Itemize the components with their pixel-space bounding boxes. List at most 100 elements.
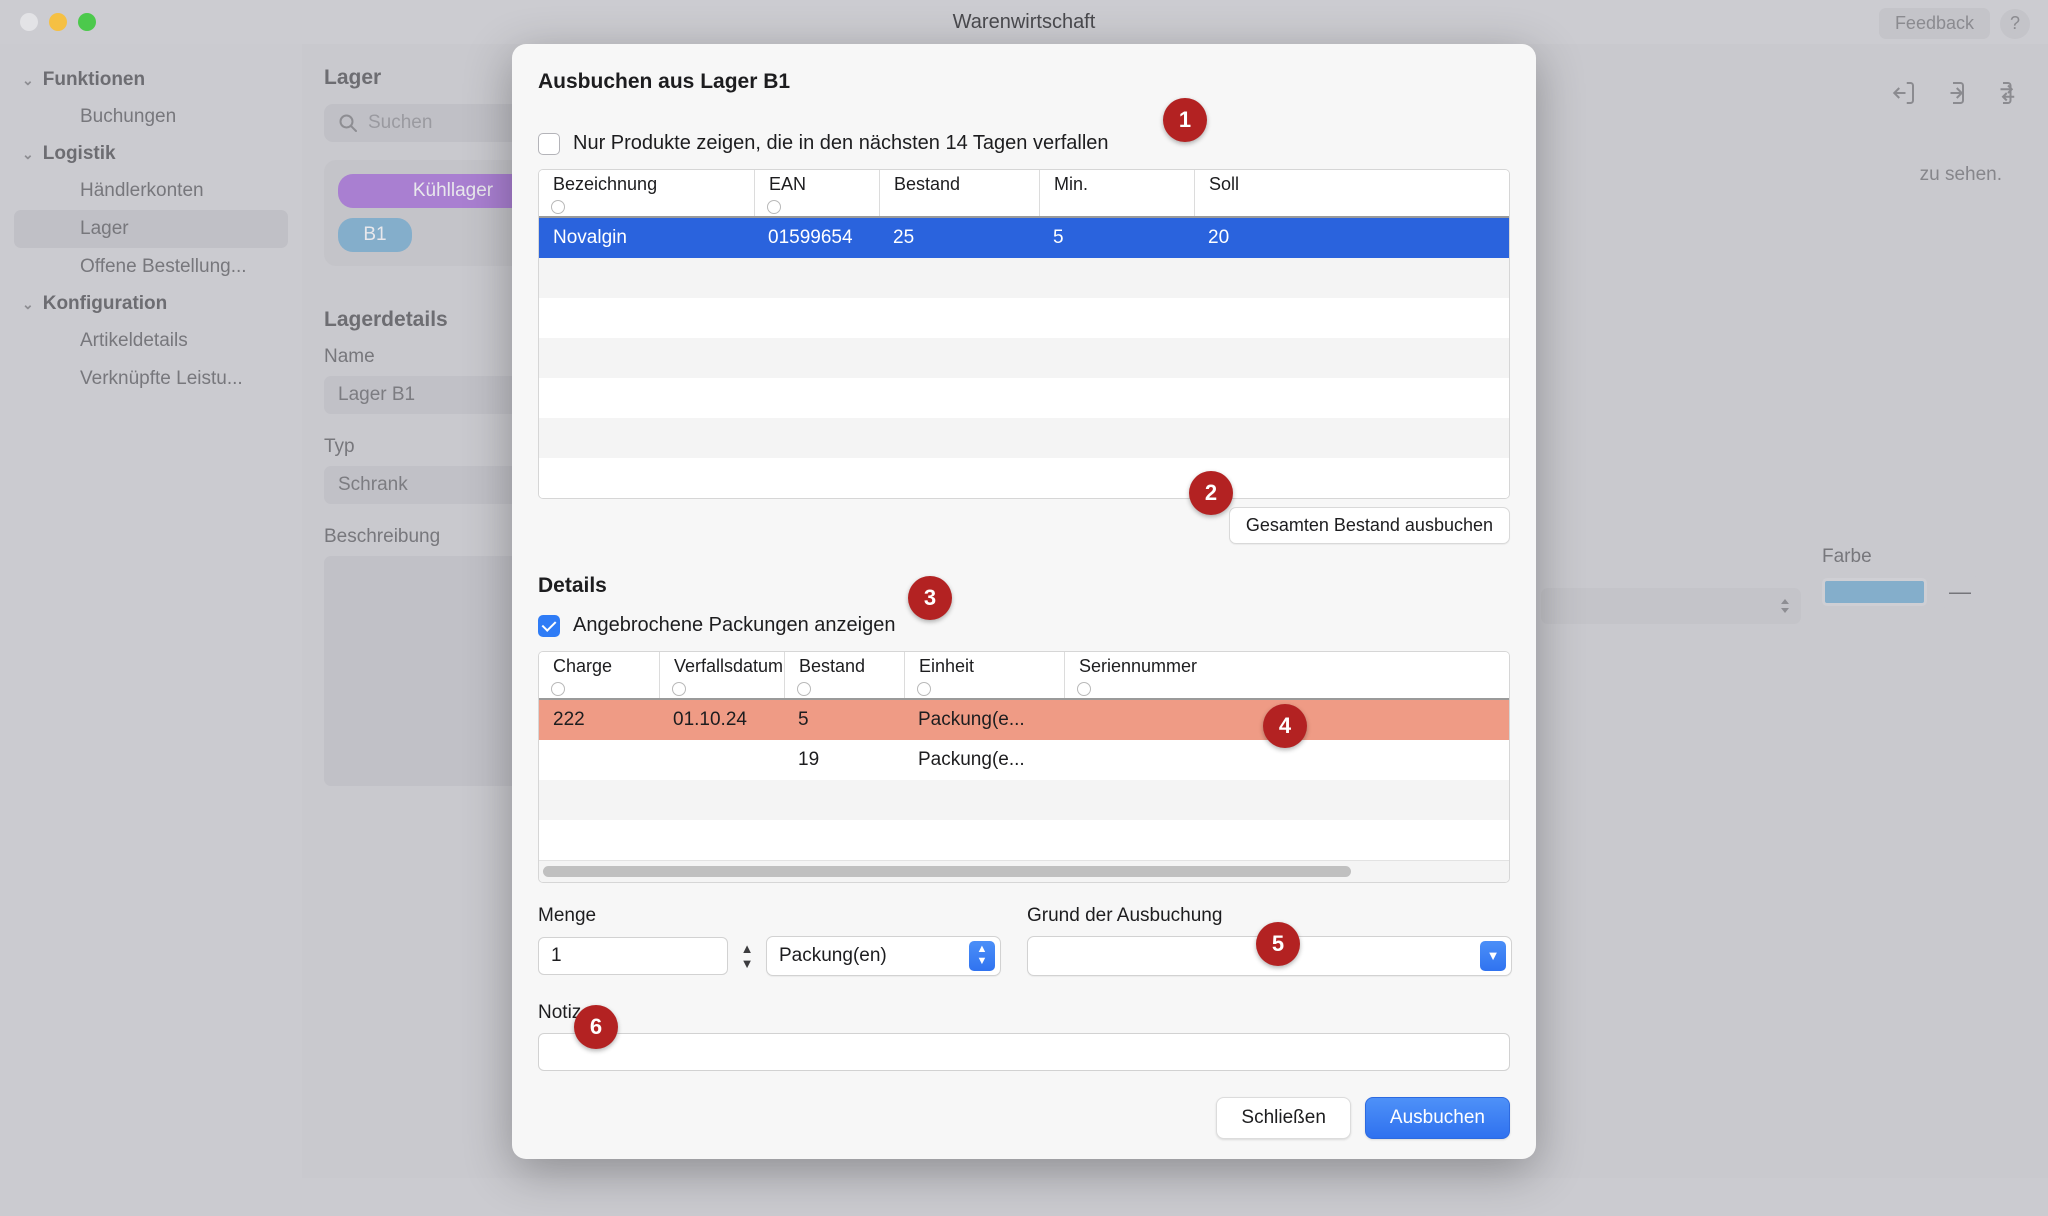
chevron-down-icon[interactable]: ▼ [1480,941,1506,971]
remove-color-button[interactable]: — [1941,576,1979,608]
cell-min: 5 [1053,227,1064,248]
menge-label: Menge [538,905,597,926]
chevron-down-icon: ⌄ [22,146,34,162]
search-placeholder: Suchen [368,112,433,133]
column-header-soll[interactable]: Soll [1194,170,1509,216]
einheit-selected-value: Packung(en) [779,945,887,966]
details-heading: Details [538,574,607,597]
column-header-bezeichnung[interactable]: Bezeichnung [539,170,754,216]
details-table: Charge Verfallsdatum Bestand Einheit Ser… [538,651,1510,883]
farbe-controls: — [1822,576,2012,608]
table-row[interactable] [539,258,1509,298]
import-icon[interactable] [1888,78,1918,108]
sort-indicator-icon [672,682,686,696]
products-table: Bezeichnung EAN Bestand Min. Soll Novalg… [538,169,1510,499]
sidebar-item-lager[interactable]: Lager [14,210,288,248]
help-icon[interactable]: ? [2000,8,2030,39]
chevron-down-icon: ⌄ [22,296,34,312]
menge-input[interactable]: 1 [538,937,728,975]
cell-bezeichnung: Novalgin [553,227,627,248]
window-titlebar: Warenwirtschaft Feedback ? [0,0,2048,44]
notiz-label: Notiz [538,1002,582,1023]
sort-indicator-icon [797,682,811,696]
column-header-einheit[interactable]: Einheit [904,652,1064,698]
table-row[interactable]: 19 Packung(e... [539,740,1509,780]
book-entire-stock-button[interactable]: Gesamten Bestand ausbuchen [1228,507,1510,544]
expire-filter-row[interactable]: Nur Produkte zeigen, die in den nächsten… [538,132,1510,155]
column-header-bestand[interactable]: Bestand [879,170,1039,216]
annotation-badge-1: 1 [1163,98,1207,142]
table-row[interactable]: Novalgin 01599654 25 5 20 [539,218,1509,258]
annotation-badge-2: 2 [1189,471,1233,515]
expire-filter-label: Nur Produkte zeigen, die in den nächsten… [573,132,1109,154]
sidebar: ⌄ Funktionen Buchungen ⌄ Logistik Händle… [0,44,302,1216]
chip-b1[interactable]: B1 [338,218,412,252]
sidebar-group-konfiguration[interactable]: ⌄ Konfiguration [0,286,302,322]
chevron-updown-icon[interactable]: ▲ ▼ [969,941,995,971]
notiz-input[interactable] [538,1033,1510,1071]
cell-charge: 222 [553,709,585,730]
column-header-bestand[interactable]: Bestand [784,652,904,698]
dialog-footer: Schließen Ausbuchen [538,1097,1510,1139]
book-all-row: Gesamten Bestand ausbuchen [538,507,1510,544]
right-note-text: zu sehen. [1919,164,2002,185]
menge-controls: 1 ▲ ▼ Packung(en) ▲ ▼ [538,936,1001,976]
broken-packs-row[interactable]: Angebrochene Packungen anzeigen [538,614,1510,637]
chevron-down-icon: ⌄ [22,72,34,88]
column-header-min[interactable]: Min. [1039,170,1194,216]
sidebar-item-buchungen[interactable]: Buchungen [14,98,288,136]
sort-indicator-icon [917,682,931,696]
scrollbar-thumb[interactable] [543,866,1352,877]
table-row[interactable] [539,458,1509,498]
close-button[interactable]: Schließen [1216,1097,1351,1139]
sidebar-group-funktionen[interactable]: ⌄ Funktionen [0,62,302,98]
column-header-seriennummer[interactable]: Seriennummer [1064,652,1509,698]
table-row[interactable] [539,820,1509,860]
expire-filter-checkbox[interactable] [538,132,560,155]
cell-ean: 01599654 [768,227,853,248]
broken-packs-checkbox[interactable] [538,614,560,637]
table-row[interactable] [539,378,1509,418]
annotation-badge-5: 5 [1256,922,1300,966]
app-window: Warenwirtschaft Feedback ? ⌄ Funktionen … [0,0,2048,1216]
table-row[interactable]: 222 01.10.24 5 Packung(e... [539,700,1509,740]
export-icon[interactable] [1938,78,1968,108]
sidebar-item-verknuepfte-leistungen[interactable]: Verknüpfte Leistu... [14,360,288,398]
color-swatch[interactable] [1822,578,1927,606]
confirm-ausbuchen-button[interactable]: Ausbuchen [1364,1097,1510,1139]
annotation-badge-4: 4 [1263,704,1307,748]
menge-group: Menge 1 ▲ ▼ Packung(en) ▲ ▼ [538,905,1001,976]
products-table-header: Bezeichnung EAN Bestand Min. Soll [539,170,1509,216]
einheit-select[interactable]: Packung(en) ▲ ▼ [766,936,1001,976]
feedback-button[interactable]: Feedback [1878,8,1990,39]
table-row[interactable] [539,418,1509,458]
titlebar-actions: Feedback ? [1878,8,2030,39]
column-header-verfallsdatum[interactable]: Verfallsdatum [659,652,784,698]
farbe-label: Farbe [1822,546,1872,567]
stepper-down-icon[interactable]: ▼ [741,957,754,970]
chevron-updown-icon [1781,599,1789,613]
broken-packs-label: Angebrochene Packungen anzeigen [573,614,896,636]
export-toolbar [1888,78,2018,108]
table-row[interactable] [539,338,1509,378]
table-row[interactable] [539,780,1509,820]
sort-indicator-icon [1077,682,1091,696]
sidebar-item-artikeldetails[interactable]: Artikeldetails [14,322,288,360]
dialog-title: Ausbuchen aus Lager B1 [538,70,791,93]
column-header-ean[interactable]: EAN [754,170,879,216]
details-table-hscrollbar[interactable] [539,860,1509,882]
stepper-up-icon[interactable]: ▲ [741,942,754,955]
cell-bestand: 5 [798,709,809,730]
table-row[interactable] [539,298,1509,338]
search-icon [339,114,357,132]
sync-icon[interactable] [1988,78,2018,108]
background-select[interactable] [1541,588,1801,624]
farbe-section: Farbe — [1822,546,2012,608]
sidebar-item-offene-bestellungen[interactable]: Offene Bestellung... [14,248,288,286]
column-header-charge[interactable]: Charge [539,652,659,698]
sidebar-group-logistik[interactable]: ⌄ Logistik [0,136,302,172]
cell-soll: 20 [1208,227,1230,248]
sidebar-item-haendlerkonten[interactable]: Händlerkonten [14,172,288,210]
status-bar [302,1178,2048,1216]
menge-stepper[interactable]: ▲ ▼ [736,937,758,975]
